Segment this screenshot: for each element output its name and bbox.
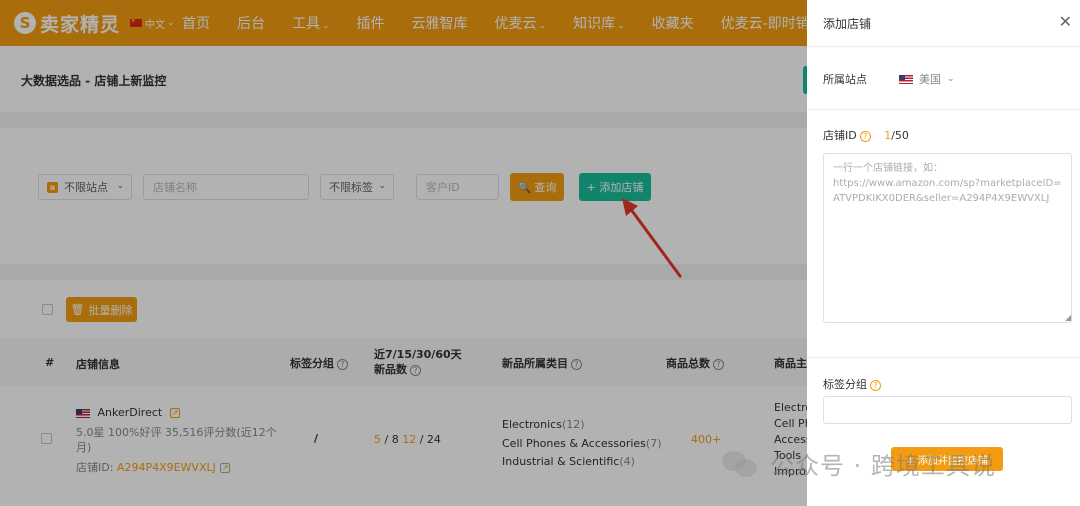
store-links-textarea[interactable]: 一行一个店铺链接，如： https://www.amazon.com/sp?ma… [823, 153, 1072, 323]
divider [807, 357, 1080, 358]
wechat-icon [722, 449, 760, 479]
us-flag-icon [899, 74, 913, 84]
drawer-title: 添加店铺 [823, 17, 872, 31]
divider [807, 46, 1080, 47]
resize-handle-icon[interactable]: ◢ [1065, 313, 1071, 322]
modal-overlay[interactable] [0, 0, 807, 506]
tag-group-label: 标签分组? [823, 376, 881, 392]
divider [807, 109, 1080, 110]
store-id-label: 店铺ID? 1/50 [823, 129, 909, 142]
add-store-drawer: 添加店铺 ✕ 所属站点 美国 ⌄ 店铺ID? 1/50 一行一个店铺链接，如： … [807, 0, 1080, 506]
site-dropdown[interactable]: 美国 ⌄ [899, 71, 955, 87]
site-value: 美国 [919, 73, 941, 86]
chevron-down-icon: ⌄ [947, 74, 955, 84]
help-icon[interactable]: ? [870, 379, 881, 391]
site-label: 所属站点 [823, 73, 867, 86]
help-icon[interactable]: ? [859, 130, 871, 142]
watermark: 公众号 · 跨境工具说 [722, 446, 996, 481]
close-icon[interactable]: ✕ [1059, 12, 1072, 31]
store-id-count-total: /50 [891, 129, 909, 142]
watermark-text: 公众号 · 跨境工具说 [770, 452, 996, 480]
tag-group-input[interactable] [823, 396, 1072, 424]
